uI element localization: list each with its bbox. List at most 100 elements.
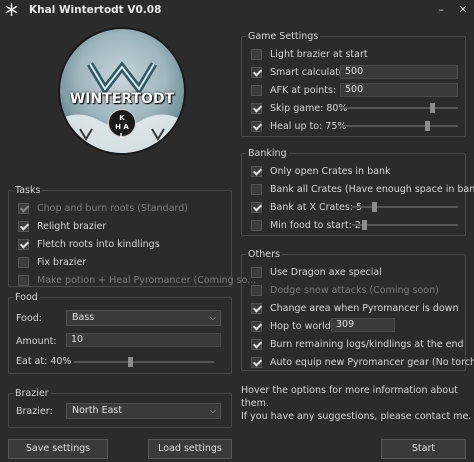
snowflake-icon (5, 3, 18, 16)
min-food-slider[interactable] (352, 220, 458, 230)
other-auto-equip[interactable]: Auto equip new Pyromancer gear (No torch… (251, 355, 474, 369)
bank-at-x-crates-checkbox[interactable] (251, 201, 262, 213)
bank-at-x-crates-label: Bank at X Crates: 5 (270, 201, 363, 213)
bank-min-food-label: Min food to start: 2 (270, 219, 361, 231)
eat-at-slider-thumb[interactable] (128, 357, 133, 367)
other-dragon-axe-label: Use Dragon axe special (270, 266, 382, 278)
task-chop-burn-label: Chop and burn roots (Standard) (37, 202, 188, 214)
gs-afk-points-label: AFK at points: (270, 84, 337, 96)
task-fletch-roots-label: Fletch roots into kindlings (37, 238, 160, 250)
gs-heal-up-checkbox[interactable] (251, 120, 262, 132)
help-line-2: If you have any suggestions, please cont… (241, 411, 472, 422)
chevron-down-icon: ⌵ (209, 406, 216, 415)
bank-open-crates[interactable]: Only open Crates in bank (251, 164, 390, 178)
other-burn-remaining-label: Burn remaining logs/kindlings at the end (270, 338, 464, 350)
task-make-potion[interactable]: Make potion + Heal Pyromancer (Coming so… (18, 273, 256, 287)
brazier-select[interactable]: North East ⌵ (66, 403, 221, 419)
task-make-potion-label: Make potion + Heal Pyromancer (Coming so… (37, 274, 257, 286)
logo-badge: KH AL (108, 109, 136, 140)
smart-calculate-input[interactable]: 500 (340, 65, 458, 79)
other-change-area-checkbox[interactable] (251, 302, 262, 314)
bank-crates-slider-thumb[interactable] (372, 202, 377, 212)
task-chop-burn-checkbox[interactable] (18, 202, 29, 214)
other-change-area[interactable]: Change area when Pyromancer is down (251, 301, 458, 315)
start-button[interactable]: Start (381, 439, 466, 459)
other-burn-remaining[interactable]: Burn remaining logs/kindlings at the end (251, 337, 464, 351)
gs-smart-calculate-label: Smart calculate: (270, 66, 348, 78)
title-bar: Khal Wintertodt V0.08 – ✕ (0, 0, 474, 22)
task-relight-brazier-checkbox[interactable] (18, 220, 29, 232)
other-hop-world[interactable]: Hop to world (251, 319, 331, 333)
minimize-icon[interactable]: – (434, 3, 448, 17)
gs-smart-calculate-checkbox[interactable] (251, 66, 262, 78)
gs-heal-up-label: Heal up to: 75% (270, 120, 347, 132)
other-hop-world-checkbox[interactable] (251, 320, 262, 332)
gs-light-brazier-checkbox[interactable] (251, 48, 262, 60)
task-fix-brazier[interactable]: Fix brazier (18, 255, 86, 269)
other-dodge-snow[interactable]: Dodge snow attacks (Coming soon) (251, 283, 439, 297)
other-change-area-label: Change area when Pyromancer is down (270, 302, 459, 314)
task-chop-burn[interactable]: Chop and burn roots (Standard) (18, 201, 188, 215)
bank-crates-slider[interactable] (352, 202, 458, 212)
bank-at-x-crates[interactable]: Bank at X Crates: 5 (251, 200, 362, 214)
banking-legend: Banking (248, 148, 287, 159)
skip-game-slider-thumb[interactable] (430, 103, 435, 113)
bank-open-crates-checkbox[interactable] (251, 165, 262, 177)
min-food-slider-thumb[interactable] (362, 220, 367, 230)
hop-world-input[interactable]: 309 (331, 318, 395, 332)
close-icon[interactable]: ✕ (456, 3, 470, 17)
window-title: Khal Wintertodt V0.08 (29, 4, 162, 16)
brazier-label: Brazier: (16, 406, 53, 417)
chevron-down-icon: ⌵ (209, 313, 216, 322)
gs-skip-game-checkbox[interactable] (251, 102, 262, 114)
brazier-legend: Brazier (15, 388, 49, 399)
task-make-potion-checkbox[interactable] (18, 274, 29, 286)
bank-all-crates-checkbox[interactable] (251, 183, 262, 195)
gs-afk-points-checkbox[interactable] (251, 84, 262, 96)
other-dragon-axe-checkbox[interactable] (251, 266, 262, 278)
eat-at-label: Eat at: 40% (16, 356, 72, 367)
bank-all-crates[interactable]: Bank all Crates (Have enough space in ba… (251, 182, 474, 196)
task-fix-brazier-label: Fix brazier (37, 256, 87, 268)
gs-afk-points[interactable]: AFK at points: (251, 83, 336, 97)
other-auto-equip-checkbox[interactable] (251, 356, 262, 368)
bank-min-food-checkbox[interactable] (251, 219, 262, 231)
bank-all-crates-label: Bank all Crates (Have enough space in ba… (270, 183, 474, 195)
afk-points-input[interactable]: 500 (340, 83, 458, 97)
heal-up-slider[interactable] (340, 121, 458, 131)
game-settings-legend: Game Settings (248, 31, 319, 42)
other-burn-remaining-checkbox[interactable] (251, 338, 262, 350)
food-select[interactable]: Bass ⌵ (66, 310, 221, 326)
food-select-value: Bass (72, 312, 95, 323)
other-dragon-axe[interactable]: Use Dragon axe special (251, 265, 382, 279)
task-relight-brazier[interactable]: Relight brazier (18, 219, 106, 233)
load-settings-button[interactable]: Load settings (148, 439, 232, 459)
logo-title: WINTERTODT (69, 91, 175, 107)
others-legend: Others (248, 249, 280, 260)
wintertodt-logo: WINTERTODT KH AL (58, 27, 186, 155)
save-settings-button[interactable]: Save settings (8, 439, 108, 459)
skip-game-slider[interactable] (340, 103, 458, 113)
gs-light-brazier-label: Light brazier at start (270, 48, 368, 60)
gs-heal-up[interactable]: Heal up to: 75% (251, 119, 346, 133)
brazier-select-value: North East (72, 405, 123, 416)
gs-light-brazier[interactable]: Light brazier at start (251, 47, 368, 61)
eat-at-slider[interactable] (74, 357, 214, 367)
gs-skip-game[interactable]: Skip game: 80% (251, 101, 348, 115)
task-fletch-roots[interactable]: Fletch roots into kindlings (18, 237, 160, 251)
task-relight-brazier-label: Relight brazier (37, 220, 107, 232)
amount-label: Amount: (16, 336, 57, 347)
food-legend: Food (15, 292, 38, 303)
bank-min-food[interactable]: Min food to start: 2 (251, 218, 361, 232)
other-dodge-snow-checkbox[interactable] (251, 284, 262, 296)
help-line-1: Hover the options for more information a… (241, 385, 458, 409)
gs-smart-calculate[interactable]: Smart calculate: (251, 65, 348, 79)
heal-up-slider-thumb[interactable] (425, 121, 430, 131)
tasks-legend: Tasks (15, 185, 41, 196)
amount-input[interactable]: 10 (66, 333, 221, 347)
task-fletch-roots-checkbox[interactable] (18, 238, 29, 250)
help-text: Hover the options for more information a… (241, 384, 474, 423)
task-fix-brazier-checkbox[interactable] (18, 256, 29, 268)
other-hop-world-label: Hop to world (270, 320, 331, 332)
food-label: Food: (16, 313, 42, 324)
